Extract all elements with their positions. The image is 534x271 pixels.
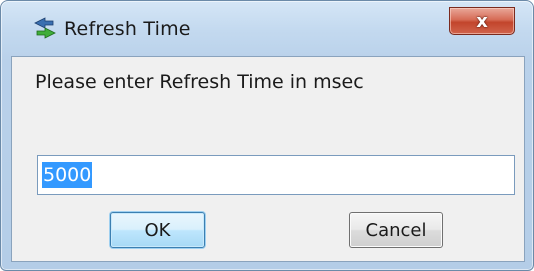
ok-button[interactable]: OK [110, 212, 205, 248]
refresh-time-dialog: Refresh Time x Please enter Refresh Time… [0, 0, 534, 271]
title-bar[interactable]: Refresh Time x [1, 1, 533, 55]
cancel-button[interactable]: Cancel [349, 212, 443, 248]
refresh-arrows-icon [31, 14, 59, 42]
input-selected-text: 5000 [42, 162, 93, 188]
close-button[interactable]: x [449, 7, 515, 35]
dialog-body: Please enter Refresh Time in msec 5000 O… [11, 56, 525, 262]
window-title: Refresh Time [64, 18, 191, 40]
refresh-time-input[interactable]: 5000 [37, 155, 515, 195]
close-icon: x [476, 10, 488, 32]
prompt-label: Please enter Refresh Time in msec [35, 71, 364, 93]
